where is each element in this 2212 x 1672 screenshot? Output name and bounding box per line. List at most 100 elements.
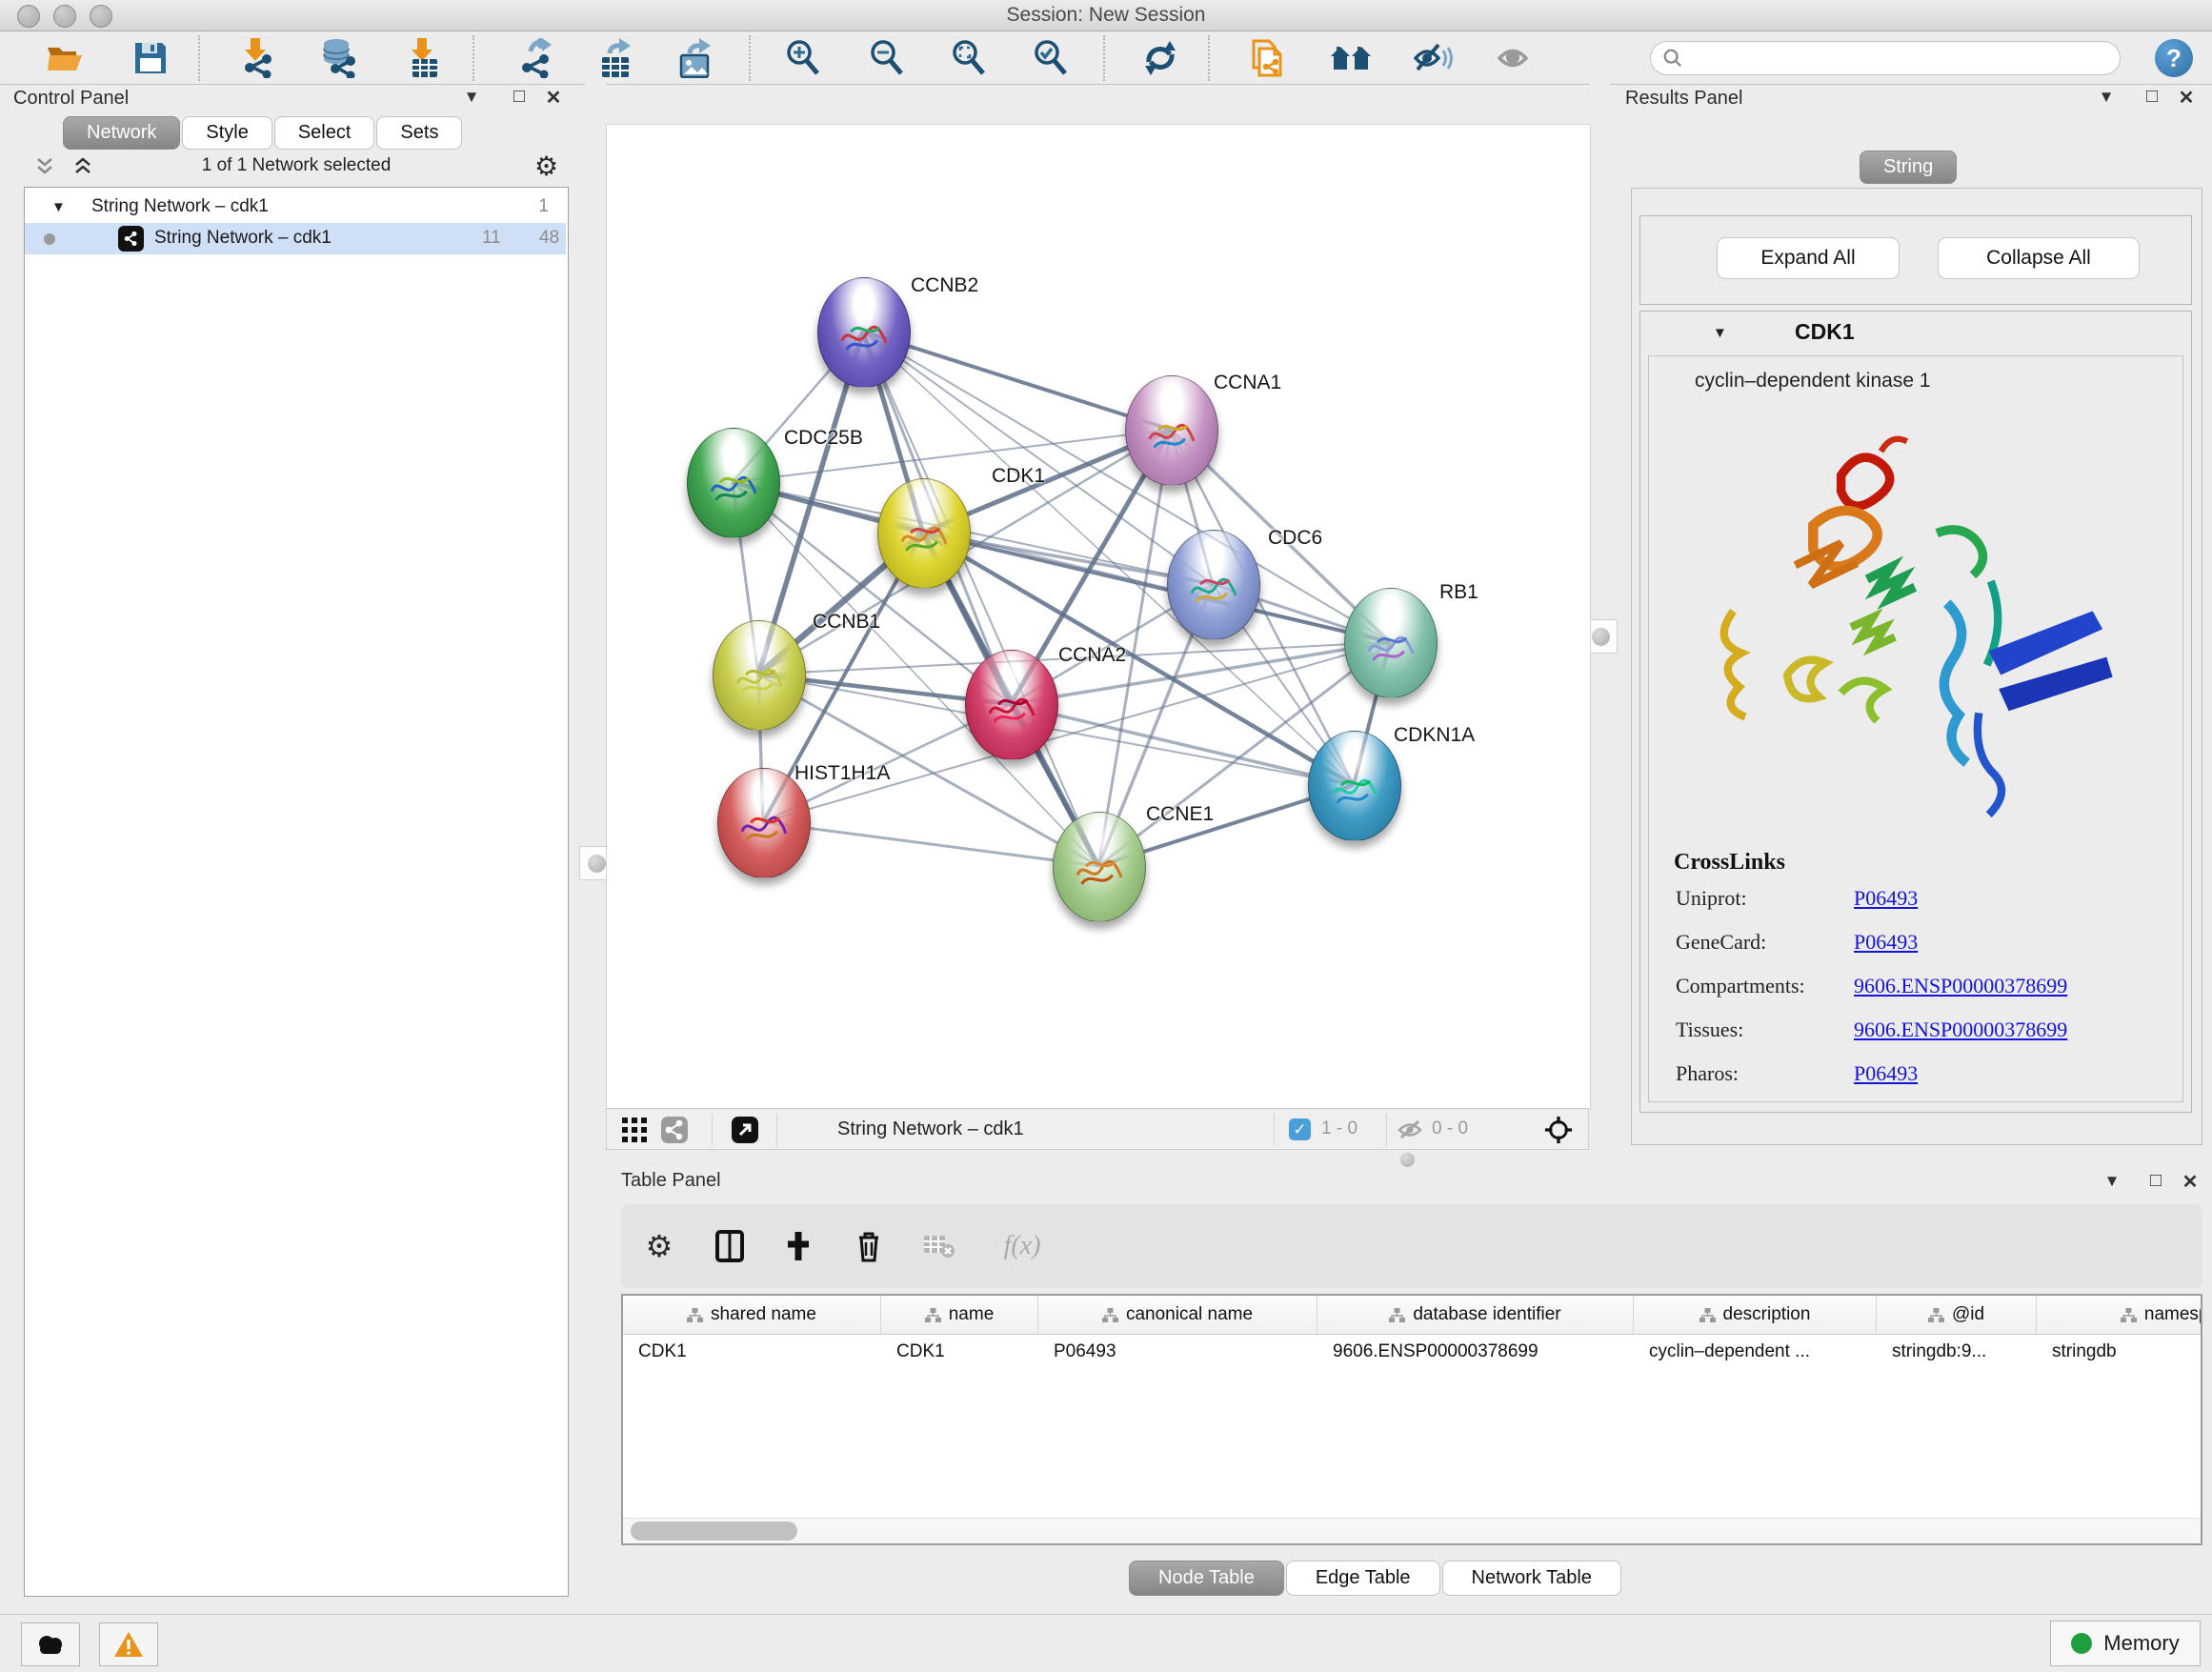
network-node-CDK1[interactable] [877, 478, 971, 589]
table-cell[interactable]: CDK1 [881, 1334, 1038, 1370]
column-type-icon [1699, 1308, 1716, 1322]
tab-network-table[interactable]: Network Table [1442, 1561, 1621, 1596]
tab-node-table[interactable]: Node Table [1129, 1561, 1284, 1596]
column-header-database-identifier[interactable]: database identifier [1317, 1296, 1634, 1334]
apply-layout-icon[interactable] [1137, 37, 1183, 79]
network-node-CDC25B[interactable] [687, 428, 780, 538]
network-node-CDC6[interactable] [1167, 530, 1260, 640]
first-neighbors-icon[interactable] [1328, 37, 1374, 79]
control-panel-menu-icon[interactable]: ▼ [459, 88, 484, 107]
tab-select[interactable]: Select [274, 116, 375, 150]
network-options-gear-icon[interactable]: ⚙ [534, 151, 558, 182]
zoom-out-icon[interactable] [865, 37, 911, 79]
protein-ribbon-thumbnail [829, 301, 899, 372]
crosslink-link[interactable]: P06493 [1854, 886, 1918, 911]
crosslink-link[interactable]: 9606.ENSP00000378699 [1854, 974, 2067, 998]
selected-nodes-checkbox[interactable]: ✓ [1289, 1118, 1311, 1140]
save-session-icon[interactable] [128, 37, 173, 79]
import-network-from-file-icon[interactable] [234, 37, 280, 79]
selected-counter: 1 - 0 [1321, 1118, 1357, 1139]
column-header-description[interactable]: description [1634, 1296, 1877, 1334]
table-cell[interactable]: stringdb [2037, 1334, 2201, 1370]
network-node-CCNA2[interactable] [965, 650, 1058, 760]
tab-sets[interactable]: Sets [376, 116, 462, 150]
crosslink-link[interactable]: P06493 [1854, 930, 1918, 955]
column-header-namespace[interactable]: namespace [2037, 1296, 2201, 1334]
column-header-name[interactable]: name [881, 1296, 1038, 1334]
open-session-icon[interactable] [42, 37, 88, 79]
zoom-selected-icon[interactable] [1029, 37, 1075, 79]
results-panel-close-icon[interactable]: ✕ [2174, 86, 2199, 110]
network-collection-row[interactable]: ▼ String Network – cdk1 1 [25, 191, 566, 223]
export-view-icon[interactable] [731, 1116, 759, 1144]
node-label-CCNE1: CCNE1 [1146, 803, 1214, 826]
network-node-CCNE1[interactable] [1053, 812, 1146, 922]
network-node-RB1[interactable] [1344, 588, 1438, 698]
network-canvas[interactable]: CCNB2 CCNA1 CDC25B CDK1 CDC6 RB1 CCNB1 C… [606, 124, 1591, 1110]
fit-selected-crosshair-icon[interactable] [1544, 1116, 1573, 1144]
function-builder-icon[interactable]: f(x) [989, 1225, 1056, 1267]
column-header-label: @id [1952, 1304, 1984, 1325]
tab-string[interactable]: String [1860, 151, 1957, 184]
tab-style[interactable]: Style [182, 116, 271, 150]
network-row[interactable]: String Network – cdk1 11 48 [25, 223, 566, 254]
cdk1-collapse-icon[interactable]: ▼ [1713, 325, 1727, 341]
table-cell[interactable]: cyclin–dependent ... [1634, 1334, 1877, 1370]
birds-eye-view-icon[interactable] [660, 1116, 689, 1144]
results-panel-float-icon[interactable]: □ [2140, 86, 2164, 108]
export-network-icon[interactable] [514, 37, 560, 79]
export-image-icon[interactable] [673, 37, 718, 79]
toolbar-separator [1386, 1114, 1387, 1146]
zoom-fit-content-icon[interactable] [947, 37, 993, 79]
show-grid-icon[interactable] [620, 1116, 649, 1144]
crosslink-link[interactable]: P06493 [1854, 1061, 1918, 1086]
table-options-gear-icon[interactable]: ⚙ [638, 1225, 680, 1267]
crosslink-link[interactable]: 9606.ENSP00000378699 [1854, 1017, 2067, 1042]
table-row[interactable]: CDK1CDK1P064939606.ENSP00000378699cyclin… [623, 1334, 2201, 1370]
new-network-from-selection-icon[interactable] [1244, 37, 1290, 79]
table-cell[interactable]: CDK1 [623, 1334, 881, 1370]
network-node-CDKN1A[interactable] [1308, 731, 1401, 841]
control-panel-close-icon[interactable]: ✕ [541, 86, 566, 110]
left-panel-divider[interactable] [585, 84, 606, 1612]
memory-button[interactable]: Memory [2050, 1621, 2201, 1666]
column-header--id[interactable]: @id [1877, 1296, 2037, 1334]
import-network-from-database-icon[interactable] [316, 37, 362, 79]
search-input[interactable] [1683, 48, 2120, 70]
column-header-canonical-name[interactable]: canonical name [1038, 1296, 1317, 1334]
show-all-icon[interactable] [1492, 37, 1538, 79]
tab-edge-table[interactable]: Edge Table [1286, 1561, 1440, 1596]
collection-expander-icon[interactable]: ▼ [51, 199, 66, 215]
create-column-icon[interactable] [709, 1225, 751, 1267]
import-table-from-file-icon[interactable] [400, 37, 446, 79]
help-button[interactable]: ? [2155, 39, 2193, 77]
delete-table-icon[interactable] [918, 1225, 960, 1267]
table-panel-float-icon[interactable]: □ [2143, 1170, 2168, 1192]
delete-column-trash-icon[interactable] [848, 1225, 890, 1267]
control-panel-float-icon[interactable]: □ [507, 86, 532, 108]
scrollbar-thumb[interactable] [631, 1521, 797, 1541]
hide-selected-icon[interactable] [1410, 37, 1456, 79]
table-cell[interactable]: 9606.ENSP00000378699 [1317, 1334, 1634, 1370]
network-node-CCNB2[interactable] [817, 277, 911, 388]
add-row-plus-icon[interactable] [777, 1225, 819, 1267]
zoom-in-icon[interactable] [781, 37, 827, 79]
collapse-all-button[interactable]: Collapse All [1938, 237, 2140, 279]
export-table-icon[interactable] [593, 37, 638, 79]
cloud-status-button[interactable] [21, 1622, 80, 1666]
toolbar-search-box[interactable] [1650, 41, 2121, 75]
horizontal-divider-grip[interactable] [1393, 1153, 1421, 1164]
network-node-CCNB1[interactable] [713, 620, 806, 731]
tab-network[interactable]: Network [63, 116, 180, 150]
warnings-button[interactable] [99, 1622, 158, 1666]
expand-all-button[interactable]: Expand All [1717, 237, 1900, 279]
table-panel-close-icon[interactable]: ✕ [2178, 1170, 2202, 1194]
column-header-shared-name[interactable]: shared name [623, 1296, 881, 1334]
results-panel-menu-icon[interactable]: ▼ [2094, 88, 2119, 107]
table-horizontal-scrollbar[interactable] [623, 1518, 2201, 1543]
network-node-CCNA1[interactable] [1125, 375, 1218, 486]
hidden-eye-icon[interactable] [1396, 1116, 1424, 1144]
table-cell[interactable]: P06493 [1038, 1334, 1317, 1370]
table-panel-menu-icon[interactable]: ▼ [2100, 1172, 2124, 1191]
table-cell[interactable]: stringdb:9... [1877, 1334, 2037, 1370]
